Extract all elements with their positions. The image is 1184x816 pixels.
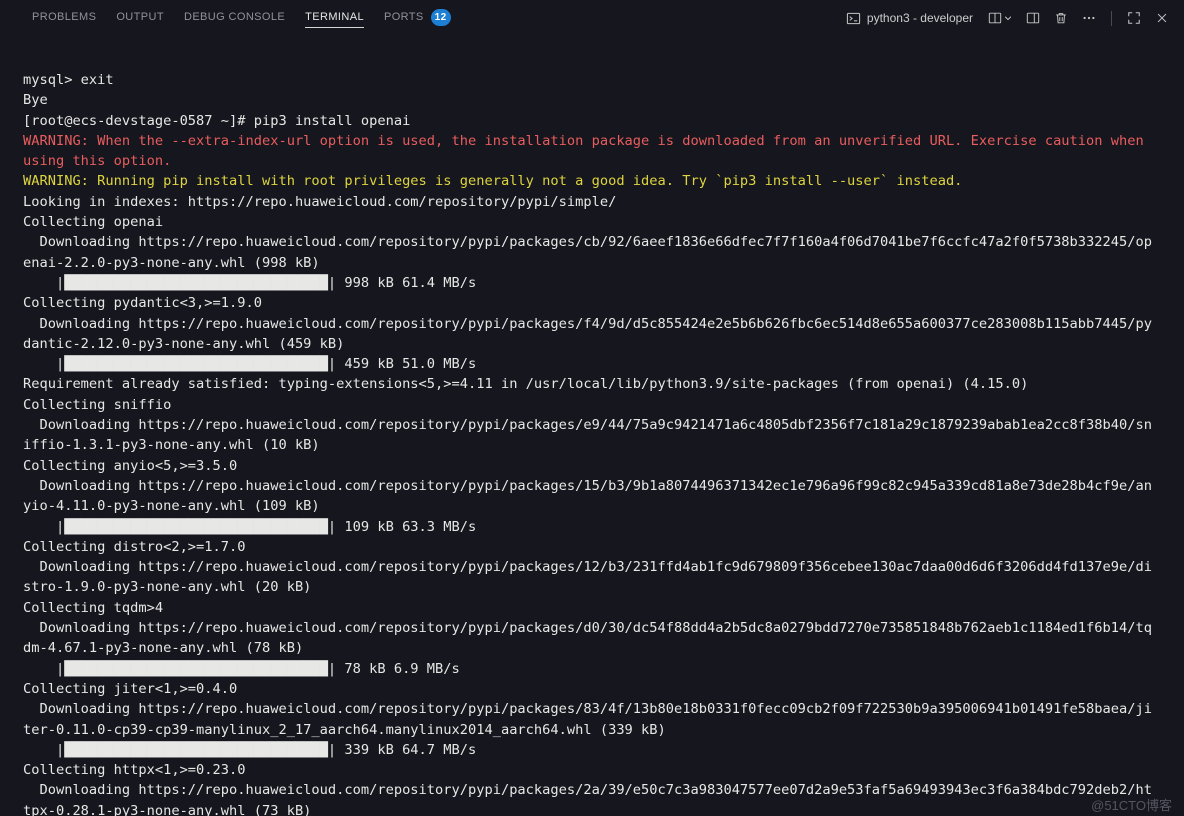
tab-label: OUTPUT	[116, 11, 164, 23]
terminal-line: iffio-1.3.1-py3-none-any.whl (10 kB)	[23, 437, 320, 454]
terminal-line: mysql> exit	[23, 72, 114, 88]
terminal-line: Collecting pydantic<3,>=1.9.0	[23, 295, 262, 312]
terminal-line: dm-4.67.1-py3-none-any.whl (78 kB)	[23, 640, 304, 657]
terminal-line: ter-0.11.0-cp39-cp39-manylinux_2_17_aarc…	[23, 721, 666, 738]
tab-label: TERMINAL	[305, 11, 364, 23]
terminal-line: Downloading https://repo.huaweicloud.com…	[23, 315, 1152, 332]
terminal-line: using this option.	[23, 153, 172, 170]
terminal-line: Collecting jiter<1,>=0.4.0	[23, 680, 238, 697]
terminal-line: WARNING: When the --extra-index-url opti…	[23, 132, 1144, 149]
close-panel-button[interactable]	[1150, 6, 1174, 30]
maximize-panel-button[interactable]	[1122, 6, 1146, 30]
terminal-line: enai-2.2.0-py3-none-any.whl (998 kB)	[23, 254, 320, 271]
terminal-line: yio-4.11.0-py3-none-any.whl (109 kB)	[23, 498, 320, 515]
vscode-terminal-panel: { "panel": { "tabs": [ { "label": "PROBL…	[0, 0, 1184, 816]
terminal-line: Downloading https://repo.huaweicloud.com…	[23, 782, 1152, 799]
terminal-actions: python3 - developer	[840, 6, 1174, 30]
tab-ports[interactable]: PORTS 12	[384, 6, 451, 31]
kill-terminal-button[interactable]	[1049, 6, 1073, 30]
launch-profile-button[interactable]	[983, 6, 1017, 30]
terminal-line: Downloading https://repo.huaweicloud.com…	[23, 234, 1152, 251]
more-actions-button[interactable]	[1077, 6, 1101, 30]
terminal-line: Collecting httpx<1,>=0.23.0	[23, 762, 246, 779]
terminal-line: Downloading https://repo.huaweicloud.com…	[23, 477, 1152, 494]
terminal-line: |████████████████████████████████| 109 k…	[23, 518, 477, 535]
terminal-line: |████████████████████████████████| 998 k…	[23, 274, 477, 291]
terminal-line: WARNING: Running pip install with root p…	[23, 173, 963, 190]
terminal-line: Downloading https://repo.huaweicloud.com…	[23, 620, 1152, 637]
close-icon	[1155, 11, 1169, 25]
tab-label: PORTS	[383, 11, 424, 23]
panel-tabbar: PROBLEMS OUTPUT DEBUG CONSOLE TERMINAL PORTS…	[0, 0, 1184, 36]
terminal-line: Requirement already satisfied: typing-ex…	[23, 376, 1029, 393]
terminal-line: Bye	[23, 92, 48, 109]
terminal-line: Collecting openai	[23, 214, 164, 231]
terminal-line: Downloading https://repo.huaweicloud.com…	[23, 701, 1152, 718]
split-terminal-button[interactable]	[1021, 6, 1045, 30]
terminal-line: Collecting sniffio	[23, 396, 172, 413]
terminal-line: |████████████████████████████████| 459 k…	[23, 356, 477, 373]
terminal-line: [root@ecs-devstage-0587 ~]# pip3 install…	[23, 112, 411, 129]
trash-icon	[1054, 11, 1068, 25]
terminal-icon	[846, 11, 861, 26]
toolbar-divider	[1111, 10, 1112, 26]
ports-count-badge: 12	[430, 8, 451, 26]
terminal-line: Downloading https://repo.huaweicloud.com…	[23, 559, 1152, 576]
terminal-title: python3 - developer	[866, 11, 973, 25]
ellipsis-icon	[1082, 11, 1096, 25]
split-terminal-icon	[988, 11, 1002, 25]
terminal-line: |████████████████████████████████| 339 k…	[23, 741, 477, 758]
terminal-tab-selector[interactable]: python3 - developer	[840, 9, 979, 28]
terminal-line: stro-1.9.0-py3-none-any.whl (20 kB)	[23, 579, 312, 596]
terminal-line: Collecting distro<2,>=1.7.0	[23, 538, 246, 555]
tab-label: PROBLEMS	[32, 11, 97, 23]
terminal-line: |████████████████████████████████| 78 kB…	[23, 660, 460, 677]
terminal-line: Downloading https://repo.huaweicloud.com…	[23, 417, 1152, 434]
terminal-line: Collecting anyio<5,>=3.5.0	[23, 457, 238, 474]
terminal-line: Looking in indexes: https://repo.huaweic…	[23, 193, 617, 210]
terminal-line: Collecting tqdm>4	[23, 599, 164, 616]
tab-debug-console[interactable]: DEBUG CONSOLE	[184, 8, 285, 28]
tab-output[interactable]: OUTPUT	[116, 8, 164, 28]
tab-label: DEBUG CONSOLE	[183, 11, 286, 23]
tab-problems[interactable]: PROBLEMS	[32, 8, 96, 28]
terminal-line: dantic-2.12.0-py3-none-any.whl (459 kB)	[23, 335, 345, 352]
panel-tabs: PROBLEMS OUTPUT DEBUG CONSOLE TERMINAL PORTS…	[22, 0, 461, 36]
terminal-output[interactable]: mysql> exit Bye [root@ecs-devstage-0587 ~]…	[0, 36, 1184, 816]
tab-terminal[interactable]: TERMINAL	[305, 8, 364, 28]
maximize-panel-icon	[1127, 11, 1141, 25]
chevron-down-icon	[1003, 13, 1013, 23]
split-panel-icon	[1026, 11, 1040, 25]
terminal-line: tpx-0.28.1-py3-none-any.whl (73 kB)	[23, 802, 312, 816]
